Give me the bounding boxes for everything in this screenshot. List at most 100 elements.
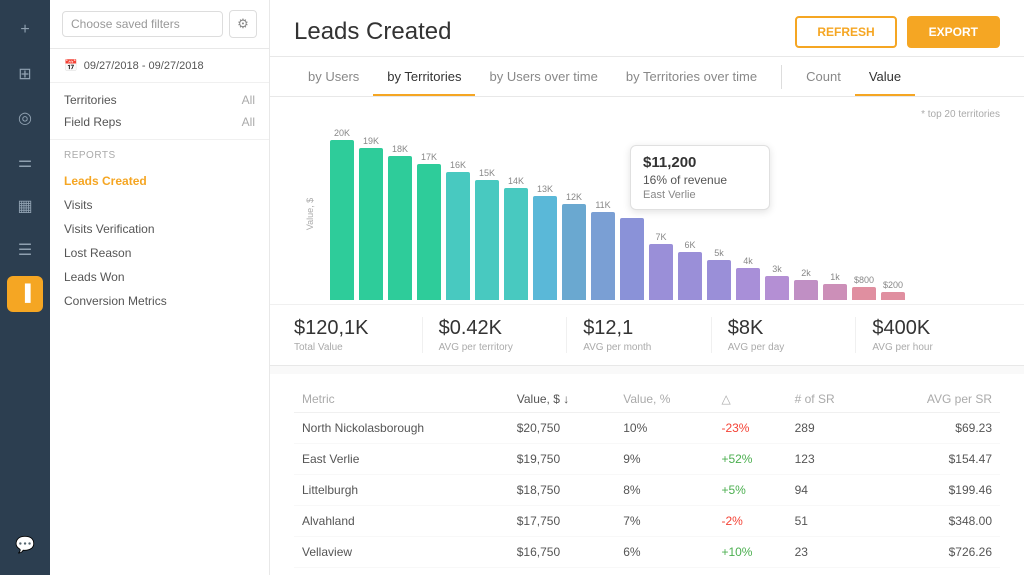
stat-value: $120,1K bbox=[294, 317, 406, 340]
grid-icon[interactable]: ⊞ bbox=[7, 56, 43, 92]
saved-filters-select[interactable]: Choose saved filters bbox=[62, 11, 223, 37]
territories-value: All bbox=[242, 93, 255, 107]
filter-gear-button[interactable]: ⚙ bbox=[229, 10, 257, 38]
table-row: North Nickolasborough $20,750 10% -23% 2… bbox=[294, 413, 1000, 444]
filter-bar: Choose saved filters ⚙ bbox=[50, 0, 269, 49]
bar[interactable] bbox=[417, 164, 441, 300]
col-pct[interactable]: Value, % bbox=[615, 386, 713, 413]
bar[interactable] bbox=[794, 280, 818, 300]
main-header: Leads Created REFRESH EXPORT bbox=[270, 0, 1024, 57]
report-visits[interactable]: Visits bbox=[64, 193, 255, 217]
territories-label: Territories bbox=[64, 93, 117, 107]
tab-value[interactable]: Value bbox=[855, 57, 915, 96]
fieldreps-label: Field Reps bbox=[64, 115, 121, 129]
location-icon[interactable]: ◎ bbox=[7, 100, 43, 136]
chat-icon[interactable]: 💬 bbox=[7, 527, 43, 563]
export-button[interactable]: EXPORT bbox=[907, 16, 1000, 48]
bar[interactable] bbox=[475, 180, 499, 300]
report-visits-verification[interactable]: Visits Verification bbox=[64, 217, 255, 241]
bar[interactable] bbox=[446, 172, 470, 300]
bar[interactable] bbox=[504, 188, 528, 300]
report-conversion-metrics[interactable]: Conversion Metrics bbox=[64, 289, 255, 313]
bar[interactable] bbox=[620, 218, 644, 300]
col-value[interactable]: Value, $ ↓ bbox=[509, 386, 616, 413]
cell-value: $18,750 bbox=[509, 475, 616, 506]
bar-group: 2k bbox=[794, 268, 818, 300]
cell-metric: Littelburgh bbox=[294, 475, 509, 506]
bar-group: 16K bbox=[446, 160, 470, 300]
tab-by-territories[interactable]: by Territories bbox=[373, 57, 475, 96]
bar[interactable] bbox=[736, 268, 760, 300]
tooltip-value: $11,200 bbox=[643, 154, 757, 171]
calendar-small-icon: 📅 bbox=[64, 59, 78, 72]
bar[interactable] bbox=[823, 284, 847, 300]
stat-value: $12,1 bbox=[583, 317, 695, 340]
bar-group: 14K bbox=[504, 176, 528, 300]
bar[interactable] bbox=[388, 156, 412, 300]
bar-group: 5k bbox=[707, 248, 731, 300]
report-lost-reason[interactable]: Lost Reason bbox=[64, 241, 255, 265]
cell-metric: North Nickolasborough bbox=[294, 413, 509, 444]
table-section: Metric Value, $ ↓ Value, % △ # of SR AVG… bbox=[270, 374, 1024, 575]
bar-group: 4k bbox=[736, 256, 760, 300]
bar[interactable] bbox=[765, 276, 789, 300]
report-leads-won[interactable]: Leads Won bbox=[64, 265, 255, 289]
report-leads-created[interactable]: Leads Created bbox=[64, 169, 255, 193]
bar-group: 15K bbox=[475, 168, 499, 300]
bar-group: 20K bbox=[330, 128, 354, 300]
bar[interactable] bbox=[707, 260, 731, 300]
add-icon[interactable]: + bbox=[7, 12, 43, 48]
sidebar: + ⊞ ◎ ⚌ ▦ ☰ ▐ 💬 bbox=[0, 0, 50, 575]
filter-icon[interactable]: ⚌ bbox=[7, 144, 43, 180]
document-icon[interactable]: ☰ bbox=[7, 232, 43, 268]
bar[interactable] bbox=[562, 204, 586, 300]
tab-by-territories-over-time[interactable]: by Territories over time bbox=[612, 57, 771, 96]
bar[interactable] bbox=[330, 140, 354, 300]
cell-delta: -2% bbox=[713, 506, 786, 537]
bar-group: 7K bbox=[649, 232, 673, 300]
table-row: Vellaview $16,750 6% +10% 23 $726.26 bbox=[294, 537, 1000, 568]
bar[interactable] bbox=[591, 212, 615, 300]
tab-by-users-over-time[interactable]: by Users over time bbox=[475, 57, 611, 96]
cell-pct: 8% bbox=[615, 475, 713, 506]
cell-value: $17,750 bbox=[509, 506, 616, 537]
bar-group-tooltip: $11,200 16% of revenue East Verlie bbox=[620, 216, 644, 300]
col-metric[interactable]: Metric bbox=[294, 386, 509, 413]
cell-pct: 7% bbox=[615, 506, 713, 537]
bar-group: $800 bbox=[852, 275, 876, 300]
main-content: Leads Created REFRESH EXPORT by Users by… bbox=[270, 0, 1024, 575]
reports-section: REPORTS Leads Created Visits Visits Veri… bbox=[50, 140, 269, 323]
date-range-text: 09/27/2018 - 09/27/2018 bbox=[84, 60, 204, 72]
bar[interactable] bbox=[649, 244, 673, 300]
stat-label: Total Value bbox=[294, 342, 406, 353]
refresh-button[interactable]: REFRESH bbox=[795, 16, 896, 48]
bar[interactable] bbox=[678, 252, 702, 300]
cell-metric: Vellaview bbox=[294, 537, 509, 568]
bar[interactable] bbox=[881, 292, 905, 300]
chart-area: * top 20 territories Value, $ 20K 19K 18… bbox=[270, 97, 1024, 304]
cell-value: $16,750 bbox=[509, 537, 616, 568]
col-avg[interactable]: AVG per SR bbox=[874, 386, 1000, 413]
stats-row: $120,1K Total Value $0.42K AVG per terri… bbox=[270, 304, 1024, 366]
cell-sr: 23 bbox=[787, 537, 874, 568]
cell-sr: 94 bbox=[787, 475, 874, 506]
stat-avg-month: $12,1 AVG per month bbox=[567, 317, 712, 353]
cell-sr: 51 bbox=[787, 506, 874, 537]
col-delta[interactable]: △ bbox=[713, 386, 786, 413]
bar[interactable] bbox=[359, 148, 383, 300]
tab-count[interactable]: Count bbox=[792, 57, 855, 96]
bar-group: 12K bbox=[562, 192, 586, 300]
bar[interactable] bbox=[533, 196, 557, 300]
cell-value: $20,750 bbox=[509, 413, 616, 444]
y-axis-label: Value, $ bbox=[305, 198, 315, 230]
calendar-icon[interactable]: ▦ bbox=[7, 188, 43, 224]
bar-group: 11K bbox=[591, 200, 615, 300]
col-sr[interactable]: # of SR bbox=[787, 386, 874, 413]
bar[interactable] bbox=[852, 287, 876, 300]
tab-by-users[interactable]: by Users bbox=[294, 57, 373, 96]
cell-metric: East Verlie bbox=[294, 444, 509, 475]
cell-metric: Alvahland bbox=[294, 506, 509, 537]
cell-avg: $726.26 bbox=[874, 537, 1000, 568]
data-table: Metric Value, $ ↓ Value, % △ # of SR AVG… bbox=[294, 386, 1000, 568]
chart-icon[interactable]: ▐ bbox=[7, 276, 43, 312]
